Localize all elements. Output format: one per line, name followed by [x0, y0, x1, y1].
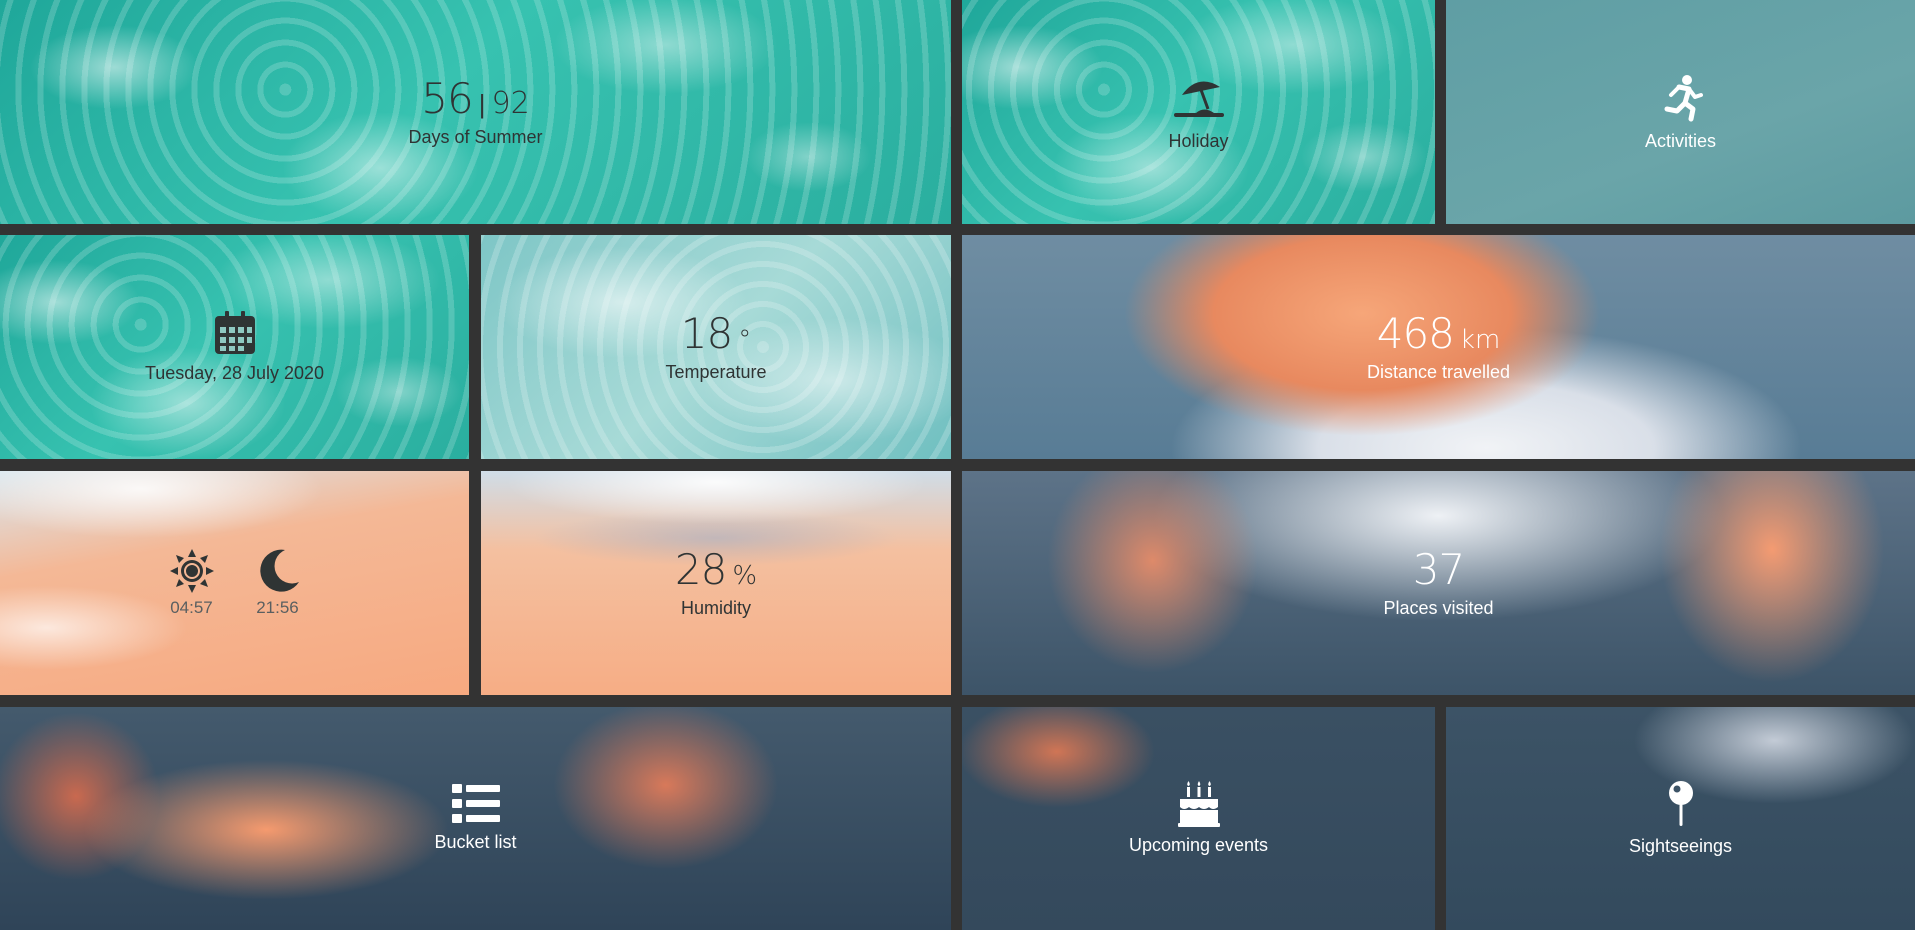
places-visited-tile[interactable]: 37 Places visited — [962, 471, 1915, 695]
places-value: 37 — [1412, 544, 1465, 594]
summer-days-value: 56 — [421, 73, 473, 123]
temperature-value: 18 — [680, 308, 733, 358]
humidity-tile[interactable]: 28% Humidity — [481, 471, 951, 695]
distance-tile[interactable]: 468 km Distance travelled — [962, 235, 1915, 459]
temperature-label: Temperature — [665, 361, 767, 382]
temperature-unit: ° — [738, 324, 752, 355]
humidity-unit: % — [732, 560, 758, 591]
sunrise-group: 04:57 — [169, 548, 215, 618]
moon-icon — [259, 549, 299, 592]
sightseeings-tile[interactable]: Sightseeings — [1446, 707, 1915, 930]
summer-days-total: 92 — [491, 85, 530, 121]
humidity-label: Humidity — [680, 597, 751, 618]
sun-times-row: 04:57 21:56 — [169, 548, 301, 618]
distance-unit: km — [1459, 324, 1501, 355]
temperature-tile[interactable]: 18 ° Temperature — [481, 235, 951, 459]
humidity-value: 28 — [674, 544, 727, 594]
holiday-label: Holiday — [1168, 130, 1229, 151]
date-label: Tuesday, 28 July 2020 — [144, 362, 325, 383]
distance-value: 468 — [1376, 308, 1455, 358]
sunset-group: 21:56 — [255, 548, 301, 618]
sun-icon — [169, 549, 214, 593]
bucket-list-tile[interactable]: Bucket list — [0, 707, 951, 930]
humidity-readout: 28% — [674, 544, 758, 594]
summer-separator: | — [478, 88, 486, 119]
places-label: Places visited — [1383, 597, 1494, 618]
places-readout: 37 — [1412, 544, 1465, 594]
cake-icon — [1177, 781, 1220, 827]
list-icon — [451, 784, 500, 823]
temperature-readout: 18 ° — [680, 308, 752, 358]
summer-counter: 56 | 92 — [421, 73, 530, 123]
upcoming-events-tile[interactable]: Upcoming events — [962, 707, 1435, 930]
distance-label: Distance travelled — [1366, 361, 1511, 382]
sun-times-tile[interactable]: 04:57 21:56 — [0, 471, 469, 695]
date-tile[interactable]: Tuesday, 28 July 2020 — [0, 235, 469, 459]
bucket-list-label: Bucket list — [434, 832, 517, 852]
sunset-time: 21:56 — [256, 598, 299, 617]
activities-label: Activities — [1644, 130, 1716, 151]
beach-umbrella-icon — [1173, 81, 1224, 117]
upcoming-events-label: Upcoming events — [1128, 835, 1269, 855]
activities-tile[interactable]: Activities — [1446, 0, 1915, 224]
days-of-summer-tile[interactable]: 56 | 92 Days of Summer — [0, 0, 951, 224]
holiday-tile[interactable]: Holiday — [962, 0, 1435, 224]
summer-label: Days of Summer — [408, 126, 543, 147]
running-person-icon — [1664, 74, 1703, 121]
sunrise-time: 04:57 — [170, 598, 213, 617]
map-pin-icon — [1668, 781, 1693, 826]
sightseeings-label: Sightseeings — [1628, 836, 1733, 856]
distance-readout: 468 km — [1376, 308, 1501, 358]
calendar-icon — [214, 310, 255, 354]
